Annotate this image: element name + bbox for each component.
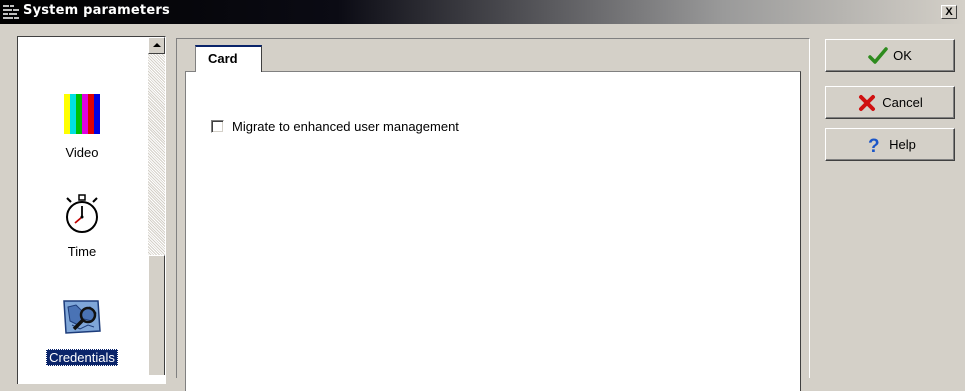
nav-item-video[interactable]: Video — [18, 90, 146, 161]
ok-button-label: OK — [893, 48, 912, 63]
credentials-map-icon — [58, 295, 106, 343]
nav-item-time[interactable]: Time — [18, 189, 146, 260]
title-bar: System parameters X — [0, 0, 965, 24]
help-button-label: Help — [889, 137, 916, 152]
color-bars-icon — [58, 90, 106, 138]
stopwatch-icon — [58, 189, 106, 237]
question-mark-icon: ? — [864, 135, 884, 155]
scroll-up-button[interactable] — [148, 37, 165, 54]
ok-button[interactable]: OK — [825, 39, 955, 72]
card-tab-page: Migrate to enhanced user management — [185, 71, 801, 391]
nav-item-credentials[interactable]: Credentials — [18, 295, 146, 366]
nav-item-label: Video — [65, 145, 99, 160]
category-list: Video Time Credentials — [17, 36, 166, 384]
tab-label: Card — [208, 51, 238, 66]
migrate-option[interactable]: Migrate to enhanced user management — [211, 119, 459, 134]
close-button[interactable]: X — [941, 5, 957, 19]
nav-scrollbar[interactable] — [148, 37, 165, 375]
migrate-checkbox[interactable] — [211, 120, 224, 133]
dialog-body: Video Time Credentials Card Migrate to e… — [0, 24, 965, 391]
tab-card[interactable]: Card — [195, 45, 262, 72]
help-button[interactable]: ? Help — [825, 128, 955, 161]
cancel-button[interactable]: Cancel — [825, 86, 955, 119]
checkmark-icon — [868, 46, 888, 66]
system-parameters-icon — [3, 5, 19, 19]
window-title: System parameters — [23, 3, 170, 18]
scroll-thumb[interactable] — [148, 255, 165, 375]
nav-item-label: Time — [67, 244, 97, 259]
cancel-button-label: Cancel — [882, 95, 923, 110]
svg-text:?: ? — [868, 136, 880, 155]
migrate-checkbox-label[interactable]: Migrate to enhanced user management — [232, 119, 459, 134]
nav-item-label: Credentials — [46, 349, 118, 366]
red-x-icon — [857, 93, 877, 113]
close-icon: X — [945, 5, 953, 18]
